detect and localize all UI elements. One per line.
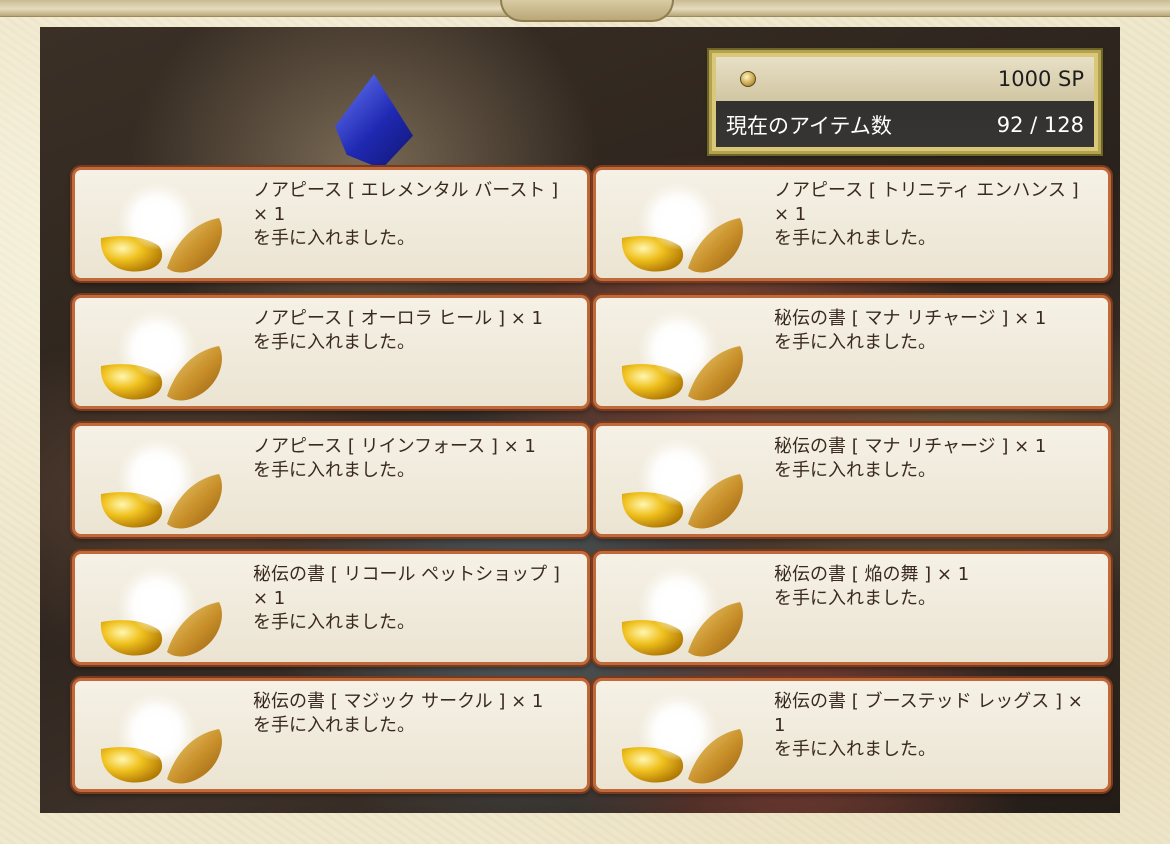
opened-capsule-icon bbox=[621, 693, 743, 784]
blue-crystal-decoration bbox=[335, 74, 413, 169]
reward-message: を手に入れました。 bbox=[774, 460, 936, 481]
opened-capsule-icon bbox=[100, 182, 222, 273]
reward-text: 秘伝の書 [ ブーステッド レッグス ] × 1 を手に入れました。 bbox=[774, 690, 1084, 762]
reward-card: 秘伝の書 [ ブーステッド レッグス ] × 1 を手に入れました。 bbox=[593, 678, 1111, 792]
reward-card: 秘伝の書 [ マジック サークル ] × 1 を手に入れました。 bbox=[72, 678, 590, 792]
reward-message: を手に入れました。 bbox=[774, 739, 936, 760]
reward-card: 秘伝の書 [ マナ リチャージ ] × 1 を手に入れました。 bbox=[593, 423, 1111, 537]
sp-value: 1000 SP bbox=[997, 67, 1084, 91]
top-ornament bbox=[500, 0, 674, 22]
reward-text: 秘伝の書 [ マナ リチャージ ] × 1 を手に入れました。 bbox=[774, 435, 1084, 483]
reward-name: ノアピース [ エレメンタル バースト ] × 1 bbox=[253, 180, 559, 225]
reward-name: 秘伝の書 [ リコール ペットショップ ] × 1 bbox=[253, 564, 560, 609]
opened-capsule-icon bbox=[100, 438, 222, 529]
sp-coin-icon bbox=[740, 71, 756, 87]
opened-capsule-icon bbox=[621, 566, 743, 657]
reward-name: ノアピース [ リインフォース ] × 1 bbox=[253, 436, 536, 457]
reward-card: ノアピース [ オーロラ ヒール ] × 1 を手に入れました。 bbox=[72, 295, 590, 409]
reward-text: ノアピース [ リインフォース ] × 1 を手に入れました。 bbox=[253, 435, 563, 483]
reward-text: 秘伝の書 [ マジック サークル ] × 1 を手に入れました。 bbox=[253, 690, 563, 738]
opened-capsule-icon bbox=[621, 310, 743, 401]
reward-message: を手に入れました。 bbox=[253, 228, 415, 249]
reward-card: ノアピース [ トリニティ エンハンス ] × 1 を手に入れました。 bbox=[593, 167, 1111, 281]
reward-text: ノアピース [ エレメンタル バースト ] × 1 を手に入れました。 bbox=[253, 179, 563, 251]
reward-name: 秘伝の書 [ マナ リチャージ ] × 1 bbox=[774, 308, 1047, 329]
reward-name: 秘伝の書 [ ブーステッド レッグス ] × 1 bbox=[774, 691, 1083, 736]
reward-card: ノアピース [ リインフォース ] × 1 を手に入れました。 bbox=[72, 423, 590, 537]
reward-name: ノアピース [ トリニティ エンハンス ] × 1 bbox=[774, 180, 1079, 225]
opened-capsule-icon bbox=[621, 182, 743, 273]
reward-text: 秘伝の書 [ 焔の舞 ] × 1 を手に入れました。 bbox=[774, 563, 1084, 611]
reward-name: 秘伝の書 [ 焔の舞 ] × 1 bbox=[774, 564, 970, 585]
reward-text: 秘伝の書 [ リコール ペットショップ ] × 1 を手に入れました。 bbox=[253, 563, 563, 635]
reward-message: を手に入れました。 bbox=[253, 460, 415, 481]
reward-text: ノアピース [ トリニティ エンハンス ] × 1 を手に入れました。 bbox=[774, 179, 1084, 251]
opened-capsule-icon bbox=[100, 310, 222, 401]
reward-message: を手に入れました。 bbox=[774, 228, 936, 249]
reward-card: ノアピース [ エレメンタル バースト ] × 1 を手に入れました。 bbox=[72, 167, 590, 281]
item-count-value: 92 / 128 bbox=[996, 113, 1084, 137]
reward-card: 秘伝の書 [ リコール ペットショップ ] × 1 を手に入れました。 bbox=[72, 551, 590, 665]
reward-message: を手に入れました。 bbox=[774, 332, 936, 353]
reward-name: ノアピース [ オーロラ ヒール ] × 1 bbox=[253, 308, 544, 329]
reward-message: を手に入れました。 bbox=[253, 332, 415, 353]
opened-capsule-icon bbox=[100, 566, 222, 657]
reward-text: ノアピース [ オーロラ ヒール ] × 1 を手に入れました。 bbox=[253, 307, 563, 355]
reward-card: 秘伝の書 [ マナ リチャージ ] × 1 を手に入れました。 bbox=[593, 295, 1111, 409]
opened-capsule-icon bbox=[621, 438, 743, 529]
item-count-label: 現在のアイテム数 bbox=[726, 114, 892, 138]
reward-name: 秘伝の書 [ マジック サークル ] × 1 bbox=[253, 691, 544, 712]
reward-message: を手に入れました。 bbox=[253, 612, 415, 633]
reward-text: 秘伝の書 [ マナ リチャージ ] × 1 を手に入れました。 bbox=[774, 307, 1084, 355]
sp-row: 1000 SP bbox=[716, 57, 1094, 101]
reward-message: を手に入れました。 bbox=[253, 715, 415, 736]
sp-status-panel: 1000 SP 現在のアイテム数 92 / 128 bbox=[707, 48, 1103, 156]
reward-card: 秘伝の書 [ 焔の舞 ] × 1 を手に入れました。 bbox=[593, 551, 1111, 665]
reward-name: 秘伝の書 [ マナ リチャージ ] × 1 bbox=[774, 436, 1047, 457]
item-count-row: 現在のアイテム数 92 / 128 bbox=[716, 103, 1094, 147]
opened-capsule-icon bbox=[100, 693, 222, 784]
reward-message: を手に入れました。 bbox=[774, 588, 936, 609]
